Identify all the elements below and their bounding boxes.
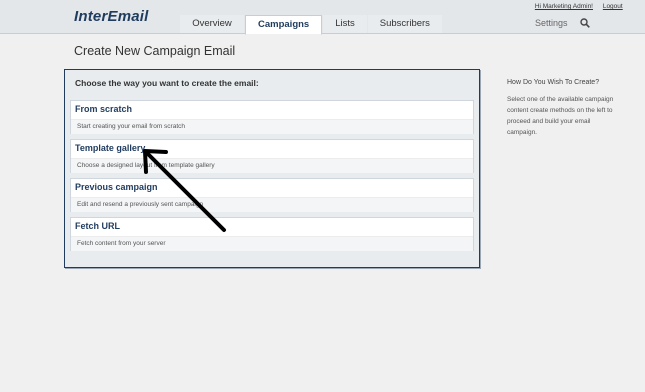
top-bar: InterEmail Overview Campaigns Lists Subs… [0,0,645,35]
option-previous-campaign[interactable]: Previous campaign Edit and resend a prev… [70,178,474,212]
tab-lists[interactable]: Lists [323,15,367,33]
logo[interactable]: InterEmail [74,8,149,25]
logout-link[interactable]: Logout [603,3,623,10]
main-tabs: Overview Campaigns Lists Subscribers [180,15,443,35]
option-from-scratch[interactable]: From scratch Start creating your email f… [70,100,474,134]
help-title: How Do You Wish To Create? [507,79,600,86]
option-title: From scratch [75,104,133,114]
option-title: Previous campaign [75,182,158,192]
help-text: Select one of the available campaign con… [507,96,614,136]
user-account-link[interactable]: Hi Marketing Admin! [535,3,593,10]
settings-link[interactable]: Settings [535,18,568,28]
option-template-gallery[interactable]: Template gallery Choose a designed layou… [70,139,474,173]
search-icon[interactable] [580,18,590,28]
option-title: Fetch URL [75,221,120,231]
tab-overview[interactable]: Overview [180,15,244,33]
option-fetch-url[interactable]: Fetch URL Fetch content from your server [70,217,474,251]
option-description: Choose a designed layout from template g… [71,158,473,173]
panel-title: Choose the way you want to create the em… [75,78,259,88]
tab-subscribers[interactable]: Subscribers [367,15,442,33]
creation-method-panel: Choose the way you want to create the em… [64,69,480,268]
page-title: Create New Campaign Email [74,44,236,58]
option-description: Fetch content from your server [71,236,473,251]
user-links: Hi Marketing Admin! Logout [535,3,623,10]
option-description: Edit and resend a previously sent campai… [71,197,473,212]
option-description: Start creating your email from scratch [71,119,473,134]
tab-campaigns[interactable]: Campaigns [245,15,323,35]
option-title: Template gallery [75,143,146,153]
